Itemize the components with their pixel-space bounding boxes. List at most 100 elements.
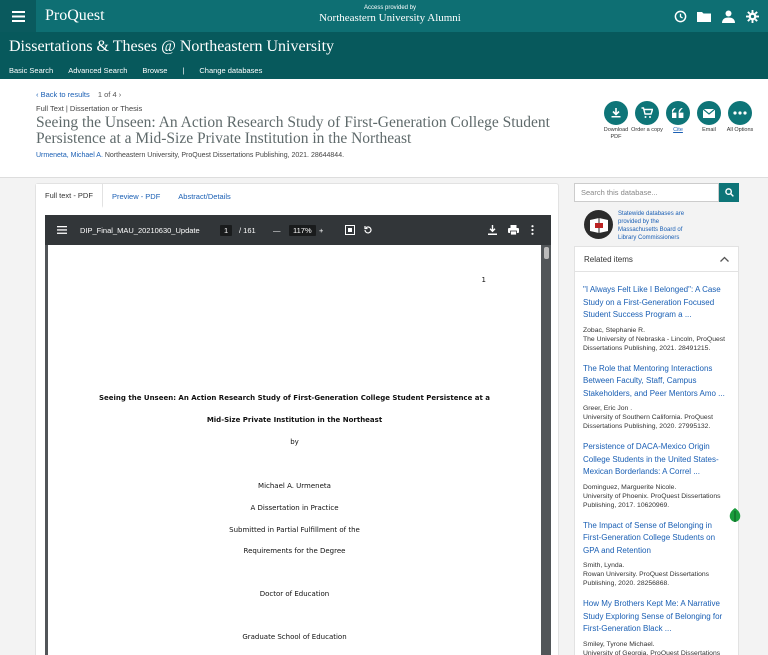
cite-label: Cite xyxy=(673,127,683,133)
zoom-in-icon[interactable]: + xyxy=(319,215,323,245)
related-item-meta: Zobac, Stephanie R. The University of Ne… xyxy=(583,326,726,352)
print-icon[interactable] xyxy=(508,215,519,245)
history-icon[interactable] xyxy=(672,6,688,26)
document-viewer-card: Full text - PDF Preview - PDF Abstract/D… xyxy=(35,183,559,655)
pdf-page-input[interactable]: 1 xyxy=(220,224,233,236)
related-item-meta: Smith, Lynda. Rowan University. ProQuest… xyxy=(583,562,710,587)
statewide-notice: Statewide databases are provided by the … xyxy=(584,210,686,242)
cart-icon xyxy=(635,101,659,125)
dissertation-title-line2: Mid-Size Private Institution in the Nort… xyxy=(206,416,383,424)
extension-leaf-icon[interactable] xyxy=(729,508,741,522)
related-item-meta: Greer, Eric Jon . University of Southern… xyxy=(583,405,713,430)
pdf-zoom[interactable]: 117% xyxy=(289,215,316,245)
download-pdf-button[interactable]: Download PDF xyxy=(603,101,629,141)
related-item: "I Always Felt Like I Belonged": A Case … xyxy=(575,284,738,353)
related-item: The Role that Mentoring Interactions Bet… xyxy=(575,363,738,432)
pdf-viewer: DIP_Final_MAU_20210630_Update 1 / 161 — … xyxy=(45,215,551,655)
related-item-title[interactable]: The Role that Mentoring Interactions Bet… xyxy=(583,363,730,401)
back-to-results-link[interactable]: ‹ Back to results xyxy=(36,90,90,99)
zoom-level[interactable]: 117% xyxy=(289,224,316,236)
access-institution: Northeastern University Alumni xyxy=(319,12,461,24)
dissertation-line1: A Dissertation in Practice xyxy=(250,504,339,512)
author-link[interactable]: Urmeneta, Michael A. xyxy=(36,152,103,159)
pdf-scrollbar[interactable] xyxy=(544,247,549,655)
related-items-heading: Related items xyxy=(584,254,633,264)
related-item-meta: Smiley, Tyrone Michael. University of Ge… xyxy=(583,640,721,655)
nav-basic-search[interactable]: Basic Search xyxy=(9,66,53,75)
zoom-out-icon[interactable]: — xyxy=(273,215,281,245)
pdf-page-total: / 161 xyxy=(239,225,256,235)
search-icon xyxy=(724,188,734,197)
rotate-icon[interactable] xyxy=(363,215,373,245)
view-tabs: Full text - PDF Preview - PDF Abstract/D… xyxy=(36,184,240,208)
pdf-menu-icon[interactable] xyxy=(57,215,67,245)
by-text: by xyxy=(290,438,299,446)
degree-name: Doctor of Education xyxy=(259,590,330,598)
email-button[interactable]: Email xyxy=(696,101,722,141)
proquest-logo[interactable]: ProQuest xyxy=(45,7,105,25)
nav-advanced-search[interactable]: Advanced Search xyxy=(68,66,127,75)
nav-change-databases[interactable]: Change databases xyxy=(199,66,262,75)
database-header: Dissertations & Theses @ Northeastern Un… xyxy=(0,32,768,79)
access-provider: Access provided by Northeastern Universi… xyxy=(300,5,480,24)
hamburger-menu-icon[interactable] xyxy=(0,0,36,32)
pdf-page-number[interactable]: 1 xyxy=(220,215,233,245)
mblc-logo-icon[interactable] xyxy=(584,210,613,239)
order-copy-button[interactable]: Order a copy xyxy=(631,101,663,141)
nav-divider: | xyxy=(182,66,185,75)
citation-text: Northeastern University, ProQuest Disser… xyxy=(102,152,345,159)
pdf-scroll-thumb[interactable] xyxy=(544,247,549,259)
more-icon xyxy=(728,101,752,125)
search-nav: Basic Search Advanced Search Browse | Ch… xyxy=(9,66,262,75)
chevron-up-icon[interactable] xyxy=(720,256,729,262)
school-name: Graduate School of Education xyxy=(242,633,347,641)
related-item-title[interactable]: How My Brothers Kept Me: A Narrative Stu… xyxy=(583,598,730,636)
tab-abstract-details[interactable]: Abstract/Details xyxy=(169,184,240,208)
all-options-button[interactable]: All Options xyxy=(727,101,753,141)
related-items-panel: Related items "I Always Felt Like I Belo… xyxy=(574,246,739,655)
related-item-title[interactable]: "I Always Felt Like I Belonged": A Case … xyxy=(583,284,730,322)
download-pdf-label: Download PDF xyxy=(603,127,629,140)
result-counter[interactable]: 1 of 4 › xyxy=(98,90,121,99)
related-item: How My Brothers Kept Me: A Narrative Stu… xyxy=(575,598,738,655)
cite-button[interactable]: Cite xyxy=(665,101,691,141)
dissertation-line2: Submitted in Partial Fulfillment of the xyxy=(229,526,360,534)
document-type: Full Text | Dissertation or Thesis xyxy=(36,104,143,113)
tab-preview-pdf[interactable]: Preview - PDF xyxy=(103,184,169,208)
fit-page-icon[interactable] xyxy=(345,215,355,245)
pdf-more-icon[interactable] xyxy=(531,215,534,245)
all-options-label: All Options xyxy=(726,127,754,133)
database-title[interactable]: Dissertations & Theses @ Northeastern Un… xyxy=(9,38,334,56)
pdf-page: 1 Seeing the Unseen: An Action Research … xyxy=(48,245,541,655)
top-bar: ProQuest Access provided by Northeastern… xyxy=(0,0,768,32)
settings-icon[interactable] xyxy=(744,6,760,26)
pdf-download-icon[interactable] xyxy=(488,215,497,245)
email-label: Email xyxy=(702,127,716,133)
access-label: Access provided by xyxy=(363,5,417,11)
pdf-toolbar: DIP_Final_MAU_20210630_Update 1 / 161 — … xyxy=(45,215,551,245)
search-button[interactable] xyxy=(719,183,739,202)
quote-icon xyxy=(666,101,690,125)
document-title: Seeing the Unseen: An Action Research St… xyxy=(36,114,550,147)
folder-icon[interactable] xyxy=(696,6,712,26)
result-navigation: ‹ Back to results 1 of 4 › xyxy=(36,90,121,99)
related-item-meta: Dominguez, Marguerite Nicole. University… xyxy=(583,483,721,509)
document-byline: Urmeneta, Michael A. Northeastern Univer… xyxy=(36,152,344,159)
related-item: The Impact of Sense of Belonging in Firs… xyxy=(575,520,738,589)
tab-full-text-pdf[interactable]: Full text - PDF xyxy=(36,184,103,208)
related-item-title[interactable]: The Impact of Sense of Belonging in Firs… xyxy=(583,520,730,558)
user-icon[interactable] xyxy=(720,6,736,26)
download-icon xyxy=(604,101,628,125)
page-number: 1 xyxy=(481,276,486,284)
related-items-header[interactable]: Related items xyxy=(575,247,738,272)
order-copy-label: Order a copy xyxy=(631,127,663,133)
dissertation-author: Michael A. Urmeneta xyxy=(258,482,331,490)
related-item-title[interactable]: Persistence of DACA-Mexico Origin Colleg… xyxy=(583,441,730,479)
dissertation-line3: Requirements for the Degree xyxy=(243,547,346,555)
document-actions: Download PDF Order a copy Cite Email All… xyxy=(603,101,753,141)
pdf-filename: DIP_Final_MAU_20210630_Update xyxy=(80,225,200,235)
email-icon xyxy=(697,101,721,125)
nav-browse[interactable]: Browse xyxy=(142,66,167,75)
database-search-input[interactable]: Search this database... xyxy=(574,183,719,202)
statewide-text[interactable]: Statewide databases are provided by the … xyxy=(618,210,686,242)
